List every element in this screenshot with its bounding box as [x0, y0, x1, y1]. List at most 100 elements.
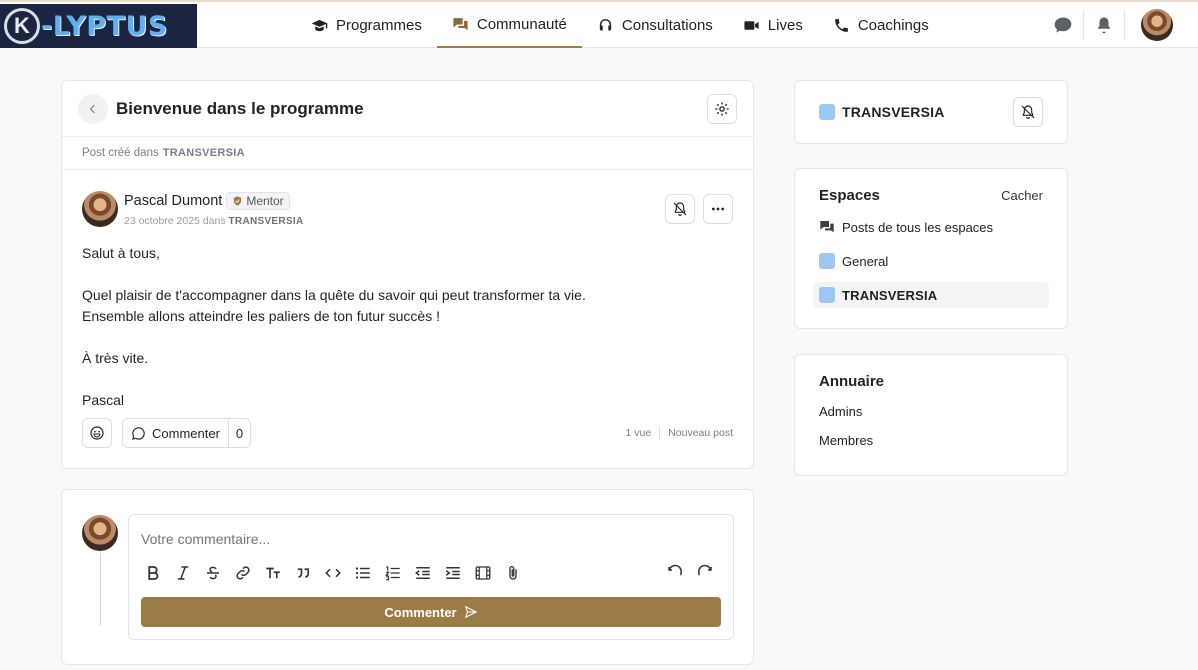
comment-button-label: Commenter — [123, 419, 228, 447]
nav-label: Communauté — [476, 15, 567, 33]
post-paragraph: Quel plaisir de t'accompagner dans la qu… — [82, 285, 586, 327]
indent-button[interactable] — [441, 561, 465, 585]
outdent-button[interactable] — [411, 561, 435, 585]
post-paragraph: Pascal — [82, 392, 125, 408]
post-date: 23 octobre 2025 dans — [124, 214, 226, 227]
italic-button[interactable] — [171, 561, 195, 585]
code-button[interactable] — [321, 561, 345, 585]
author-avatar[interactable] — [82, 191, 118, 227]
comment-count: 0 — [227, 419, 250, 447]
post-created-prefix: Post créé dans — [82, 147, 159, 159]
mute-notifications-button[interactable] — [665, 194, 695, 224]
smiley-icon — [90, 426, 104, 440]
logo[interactable]: K -LYPTUS — [0, 4, 197, 48]
submit-comment-button[interactable]: Commenter — [141, 597, 721, 627]
post-actions — [665, 194, 733, 224]
video-embed-button[interactable] — [471, 561, 495, 585]
gear-icon — [715, 101, 729, 116]
heading-button[interactable] — [261, 561, 285, 585]
directory-item-admins[interactable]: Admins — [819, 404, 1043, 419]
post-stats: 1 vue Nouveau post — [626, 426, 733, 440]
nav-item-lives[interactable]: Lives — [728, 2, 818, 48]
post-card: Bienvenue dans le programme Post créé da… — [61, 80, 754, 469]
chat-icon — [1054, 17, 1072, 33]
post-line: Quel plaisir de t'accompagner dans la qu… — [82, 287, 586, 303]
editor-toolbar — [141, 561, 525, 585]
submit-label: Commenter — [384, 604, 457, 620]
messages-button[interactable] — [1043, 2, 1083, 48]
nav-item-communaute[interactable]: Communauté — [436, 2, 582, 48]
indent-icon — [445, 567, 460, 579]
post-space-link[interactable]: TRANSVERSIA — [163, 147, 245, 159]
post-header: Bienvenue dans le programme — [62, 81, 753, 137]
back-button[interactable] — [78, 93, 108, 124]
space-item-label: TRANSVERSIA — [842, 287, 938, 303]
hide-spaces-link[interactable]: Cacher — [1001, 188, 1043, 203]
more-options-button[interactable] — [703, 194, 733, 224]
space-item-label: General — [842, 253, 889, 269]
phone-icon — [834, 18, 848, 32]
bell-off-icon — [673, 202, 687, 216]
quote-button[interactable] — [291, 561, 315, 585]
directory-item-members[interactable]: Membres — [819, 433, 1043, 448]
comment-button[interactable]: Commenter 0 — [122, 418, 252, 448]
send-icon — [464, 605, 478, 619]
comment-input[interactable] — [141, 531, 701, 547]
post-line: Ensemble allons atteindre les paliers de… — [82, 308, 440, 324]
logo-text: -LYPTUS — [41, 10, 168, 42]
nav-item-coachings[interactable]: Coachings — [818, 2, 944, 48]
bullet-list-icon — [355, 567, 370, 579]
user-avatar[interactable] — [1141, 9, 1173, 41]
link-icon — [236, 566, 250, 580]
space-item-general[interactable]: General — [813, 248, 1049, 274]
spaces-header: Espaces Cacher — [819, 187, 1043, 204]
strikethrough-button[interactable] — [201, 561, 225, 585]
numbered-list-button[interactable] — [381, 561, 405, 585]
bullet-list-button[interactable] — [351, 561, 375, 585]
bold-button[interactable] — [141, 561, 165, 585]
bell-icon — [1098, 17, 1110, 34]
top-navigation-bar: K -LYPTUS Programmes Communauté Consulta… — [0, 0, 1198, 48]
redo-icon — [698, 564, 712, 576]
space-item-transversia[interactable]: TRANSVERSIA — [813, 282, 1049, 308]
space-color-swatch — [819, 287, 835, 303]
author-space-link[interactable]: TRANSVERSIA — [229, 216, 304, 227]
code-icon — [325, 568, 341, 578]
directory-title: Annuaire — [819, 373, 885, 390]
mentor-badge: Mentor — [226, 191, 290, 210]
add-reaction-button[interactable] — [82, 418, 112, 448]
post-paragraph: À très vite. — [82, 350, 149, 366]
space-item-all-posts[interactable]: Posts de tous les espaces — [813, 214, 1049, 240]
video-camera-icon — [744, 20, 759, 30]
redo-button[interactable] — [693, 561, 717, 585]
nav-item-programmes[interactable]: Programmes — [296, 2, 437, 48]
comment-label: Commenter — [152, 425, 220, 441]
quote-icon — [297, 568, 310, 578]
outdent-icon — [415, 567, 430, 579]
current-space-card: TRANSVERSIA — [794, 80, 1068, 144]
italic-icon — [177, 566, 189, 580]
bell-off-icon — [1021, 105, 1035, 119]
current-user-avatar — [82, 515, 118, 551]
space-color-swatch — [819, 104, 835, 120]
film-icon — [475, 566, 491, 580]
nav-label: Consultations — [621, 16, 713, 34]
comment-editor: Commenter — [128, 514, 734, 640]
graduation-cap-icon — [311, 19, 328, 31]
nav-right — [1043, 2, 1198, 48]
link-button[interactable] — [231, 561, 255, 585]
undo-button[interactable] — [663, 561, 687, 585]
notifications-button[interactable] — [1084, 2, 1124, 48]
nav-item-consultations[interactable]: Consultations — [582, 2, 728, 48]
numbered-list-icon — [385, 566, 400, 581]
attach-file-button[interactable] — [501, 561, 525, 585]
post-footer: Commenter 0 1 vue Nouveau post — [82, 418, 733, 448]
current-space-name[interactable]: TRANSVERSIA — [842, 104, 945, 120]
space-mute-button[interactable] — [1013, 97, 1043, 127]
chevron-left-icon — [89, 104, 95, 113]
badge-label: Mentor — [246, 193, 284, 208]
author-name[interactable]: Pascal Dumont — [124, 193, 222, 209]
post-settings-button[interactable] — [707, 93, 737, 124]
history-toolbar — [663, 561, 717, 585]
text-size-icon — [266, 567, 280, 579]
